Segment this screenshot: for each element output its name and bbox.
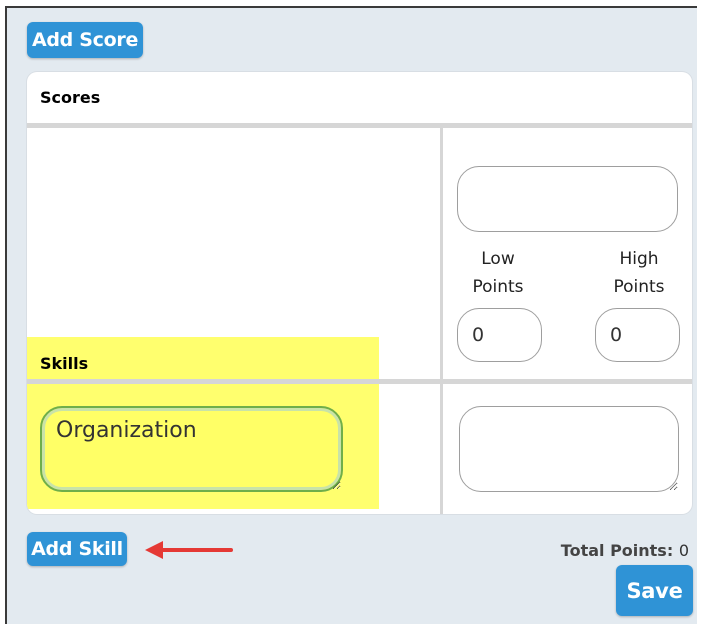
total-points-value: 0	[678, 541, 689, 560]
scores-panel: Scores Skills Low Points High Points Org…	[27, 72, 692, 514]
skills-label: Skills	[40, 354, 89, 373]
high-points-input[interactable]	[595, 308, 680, 362]
pointer-arrow-icon	[145, 541, 233, 559]
add-skill-button[interactable]: Add Skill	[27, 532, 127, 566]
header-divider	[27, 123, 692, 128]
row-divider	[27, 379, 692, 384]
skill-score-description-input[interactable]	[459, 406, 679, 492]
high-points-label: High Points	[613, 249, 665, 297]
skill-name-input[interactable]: Organization	[40, 406, 343, 492]
add-score-button[interactable]: Add Score	[27, 22, 143, 58]
rubric-editor: Add Score Scores Skills Low Points High …	[5, 6, 697, 624]
save-button[interactable]: Save	[616, 565, 693, 616]
total-points: Total Points: 0	[561, 541, 689, 560]
low-points-label: Low Points	[472, 249, 524, 297]
low-points-input[interactable]	[457, 308, 542, 362]
column-divider	[440, 128, 443, 514]
scores-title: Scores	[40, 88, 101, 107]
total-points-label: Total Points:	[560, 541, 674, 560]
scores-header: Scores	[27, 72, 692, 124]
score-name-input[interactable]	[457, 166, 678, 232]
